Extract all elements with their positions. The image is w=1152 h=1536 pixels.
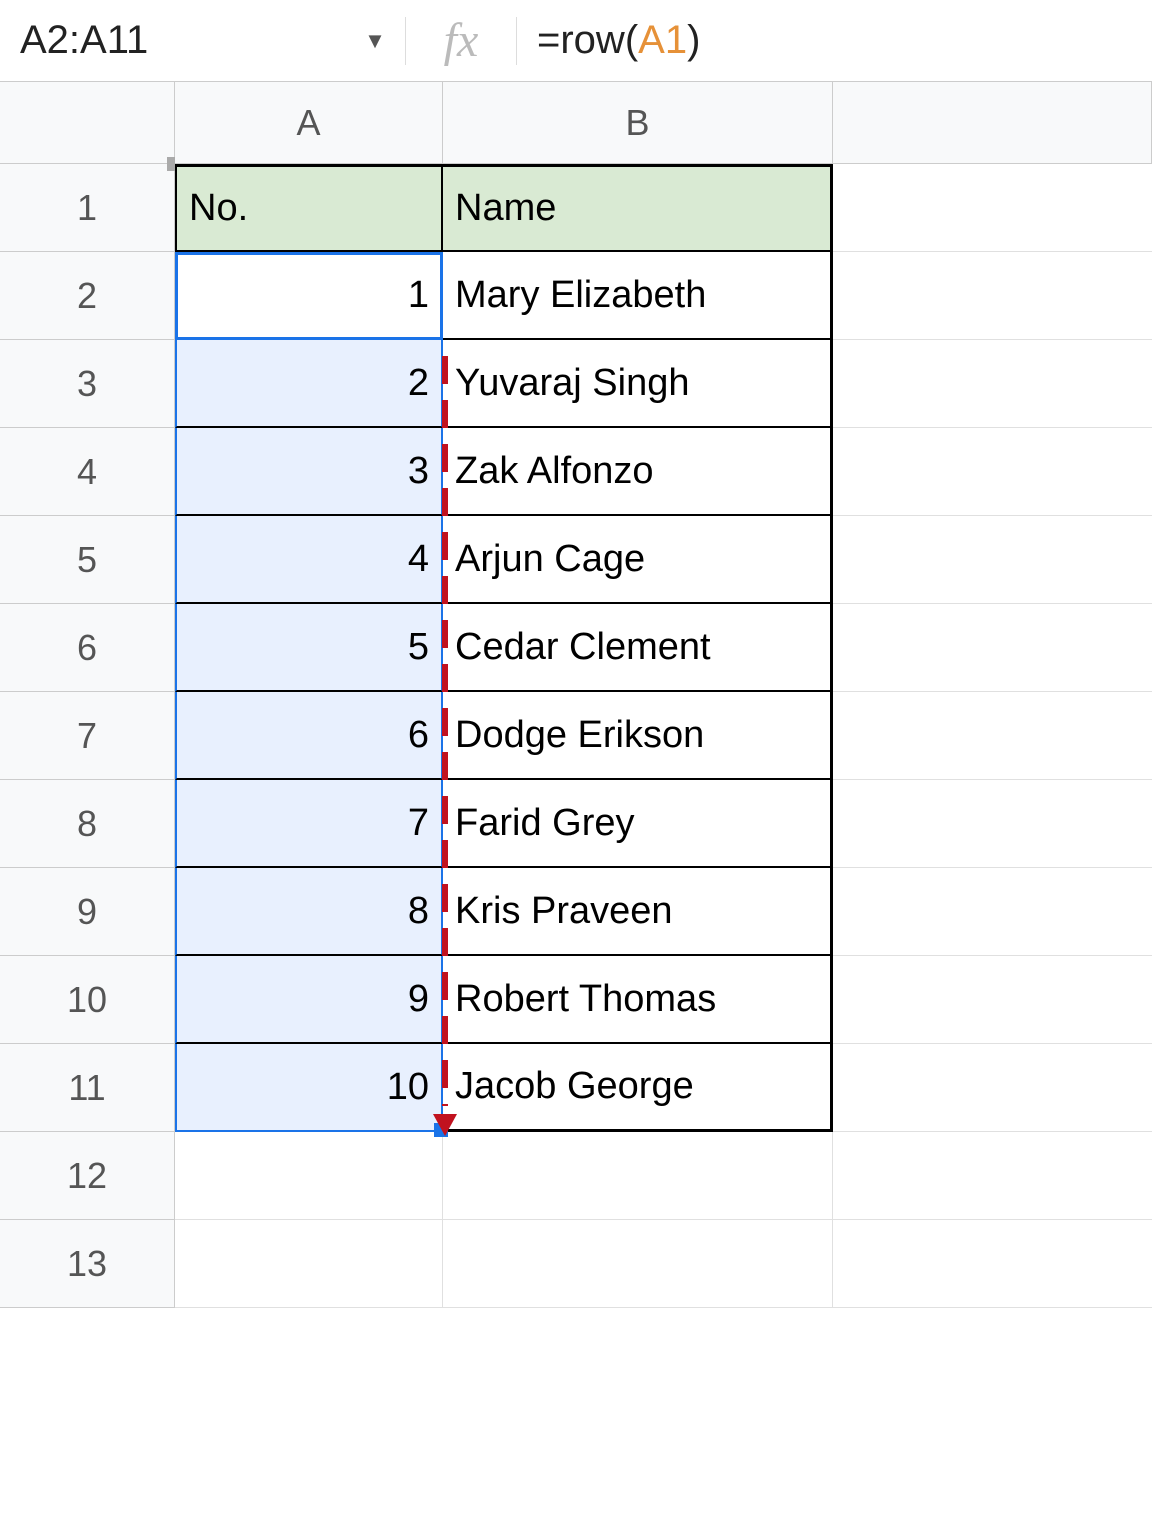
cell-B4[interactable]: Zak Alfonzo xyxy=(443,428,833,516)
cell-B7[interactable]: Dodge Erikson xyxy=(443,692,833,780)
cell-B1[interactable]: Name xyxy=(443,164,833,252)
cell-A2[interactable]: 1 xyxy=(175,252,443,340)
cell-A13[interactable] xyxy=(175,1220,443,1308)
cell-C12[interactable] xyxy=(833,1132,1152,1220)
grid-row: 3 2 Yuvaraj Singh xyxy=(0,340,1152,428)
row-header-9[interactable]: 9 xyxy=(0,868,175,956)
cell-B12[interactable] xyxy=(443,1132,833,1220)
grid-row: 12 xyxy=(0,1132,1152,1220)
cell-A3[interactable]: 2 xyxy=(175,340,443,428)
formula-bar: A2:A11 ▼ fx =row(A1) xyxy=(0,0,1152,82)
row-header-1[interactable]: 1 xyxy=(0,164,175,252)
row-header-11[interactable]: 11 xyxy=(0,1044,175,1132)
cell-C4[interactable] xyxy=(833,428,1152,516)
row-header-4[interactable]: 4 xyxy=(0,428,175,516)
formula-text: ) xyxy=(687,18,700,63)
cell-C10[interactable] xyxy=(833,956,1152,1044)
cell-A1[interactable]: No. xyxy=(175,164,443,252)
cell-B2[interactable]: Mary Elizabeth xyxy=(443,252,833,340)
row-header-indicator xyxy=(167,157,175,171)
column-header-A[interactable]: A xyxy=(175,82,443,163)
grid-row: 9 8 Kris Praveen xyxy=(0,868,1152,956)
formula-text: =row( xyxy=(537,18,638,63)
grid-row: 1 No. Name xyxy=(0,164,1152,252)
cell-C13[interactable] xyxy=(833,1220,1152,1308)
column-header-row: A B xyxy=(0,82,1152,164)
grid-row: 10 9 Robert Thomas xyxy=(0,956,1152,1044)
fill-handle[interactable] xyxy=(434,1123,448,1137)
cell-A6[interactable]: 5 xyxy=(175,604,443,692)
cell-B5[interactable]: Arjun Cage xyxy=(443,516,833,604)
row-header-3[interactable]: 3 xyxy=(0,340,175,428)
cell-C11[interactable] xyxy=(833,1044,1152,1132)
row-header-6[interactable]: 6 xyxy=(0,604,175,692)
row-header-5[interactable]: 5 xyxy=(0,516,175,604)
cell-A4[interactable]: 3 xyxy=(175,428,443,516)
column-header-B[interactable]: B xyxy=(443,82,833,163)
cell-A10[interactable]: 9 xyxy=(175,956,443,1044)
grid-row: 8 7 Farid Grey xyxy=(0,780,1152,868)
cell-C3[interactable] xyxy=(833,340,1152,428)
grid-row: 2 1 Mary Elizabeth xyxy=(0,252,1152,340)
cell-B13[interactable] xyxy=(443,1220,833,1308)
select-all-corner[interactable] xyxy=(0,82,175,163)
cell-value: 10 xyxy=(387,1066,429,1109)
cell-B9[interactable]: Kris Praveen xyxy=(443,868,833,956)
cell-C2[interactable] xyxy=(833,252,1152,340)
grid-row: 7 6 Dodge Erikson xyxy=(0,692,1152,780)
cell-C8[interactable] xyxy=(833,780,1152,868)
cell-A5[interactable]: 4 xyxy=(175,516,443,604)
cell-C7[interactable] xyxy=(833,692,1152,780)
cell-A11[interactable]: 10 xyxy=(175,1044,443,1132)
cell-C9[interactable] xyxy=(833,868,1152,956)
cell-B3[interactable]: Yuvaraj Singh xyxy=(443,340,833,428)
cell-C1[interactable] xyxy=(833,164,1152,252)
row-header-7[interactable]: 7 xyxy=(0,692,175,780)
grid-row: 11 10 Jacob George xyxy=(0,1044,1152,1132)
cell-B10[interactable]: Robert Thomas xyxy=(443,956,833,1044)
cell-B11[interactable]: Jacob George xyxy=(443,1044,833,1132)
grid-row: 13 xyxy=(0,1220,1152,1308)
cell-B8[interactable]: Farid Grey xyxy=(443,780,833,868)
cell-C6[interactable] xyxy=(833,604,1152,692)
formula-input[interactable]: =row(A1) xyxy=(517,18,1152,63)
row-header-8[interactable]: 8 xyxy=(0,780,175,868)
name-box[interactable]: A2:A11 xyxy=(0,0,345,81)
grid-row: 4 3 Zak Alfonzo xyxy=(0,428,1152,516)
row-header-12[interactable]: 12 xyxy=(0,1132,175,1220)
row-header-10[interactable]: 10 xyxy=(0,956,175,1044)
cell-A9[interactable]: 8 xyxy=(175,868,443,956)
cell-C5[interactable] xyxy=(833,516,1152,604)
grid-row: 6 5 Cedar Clement xyxy=(0,604,1152,692)
fx-icon: fx xyxy=(406,13,516,68)
cell-A8[interactable]: 7 xyxy=(175,780,443,868)
column-header-empty[interactable] xyxy=(833,82,1152,163)
cell-B6[interactable]: Cedar Clement xyxy=(443,604,833,692)
formula-cell-ref: A1 xyxy=(638,18,687,63)
grid-row: 5 4 Arjun Cage xyxy=(0,516,1152,604)
cell-A12[interactable] xyxy=(175,1132,443,1220)
row-header-13[interactable]: 13 xyxy=(0,1220,175,1308)
row-header-2[interactable]: 2 xyxy=(0,252,175,340)
name-box-dropdown-icon[interactable]: ▼ xyxy=(345,28,405,54)
cell-A7[interactable]: 6 xyxy=(175,692,443,780)
